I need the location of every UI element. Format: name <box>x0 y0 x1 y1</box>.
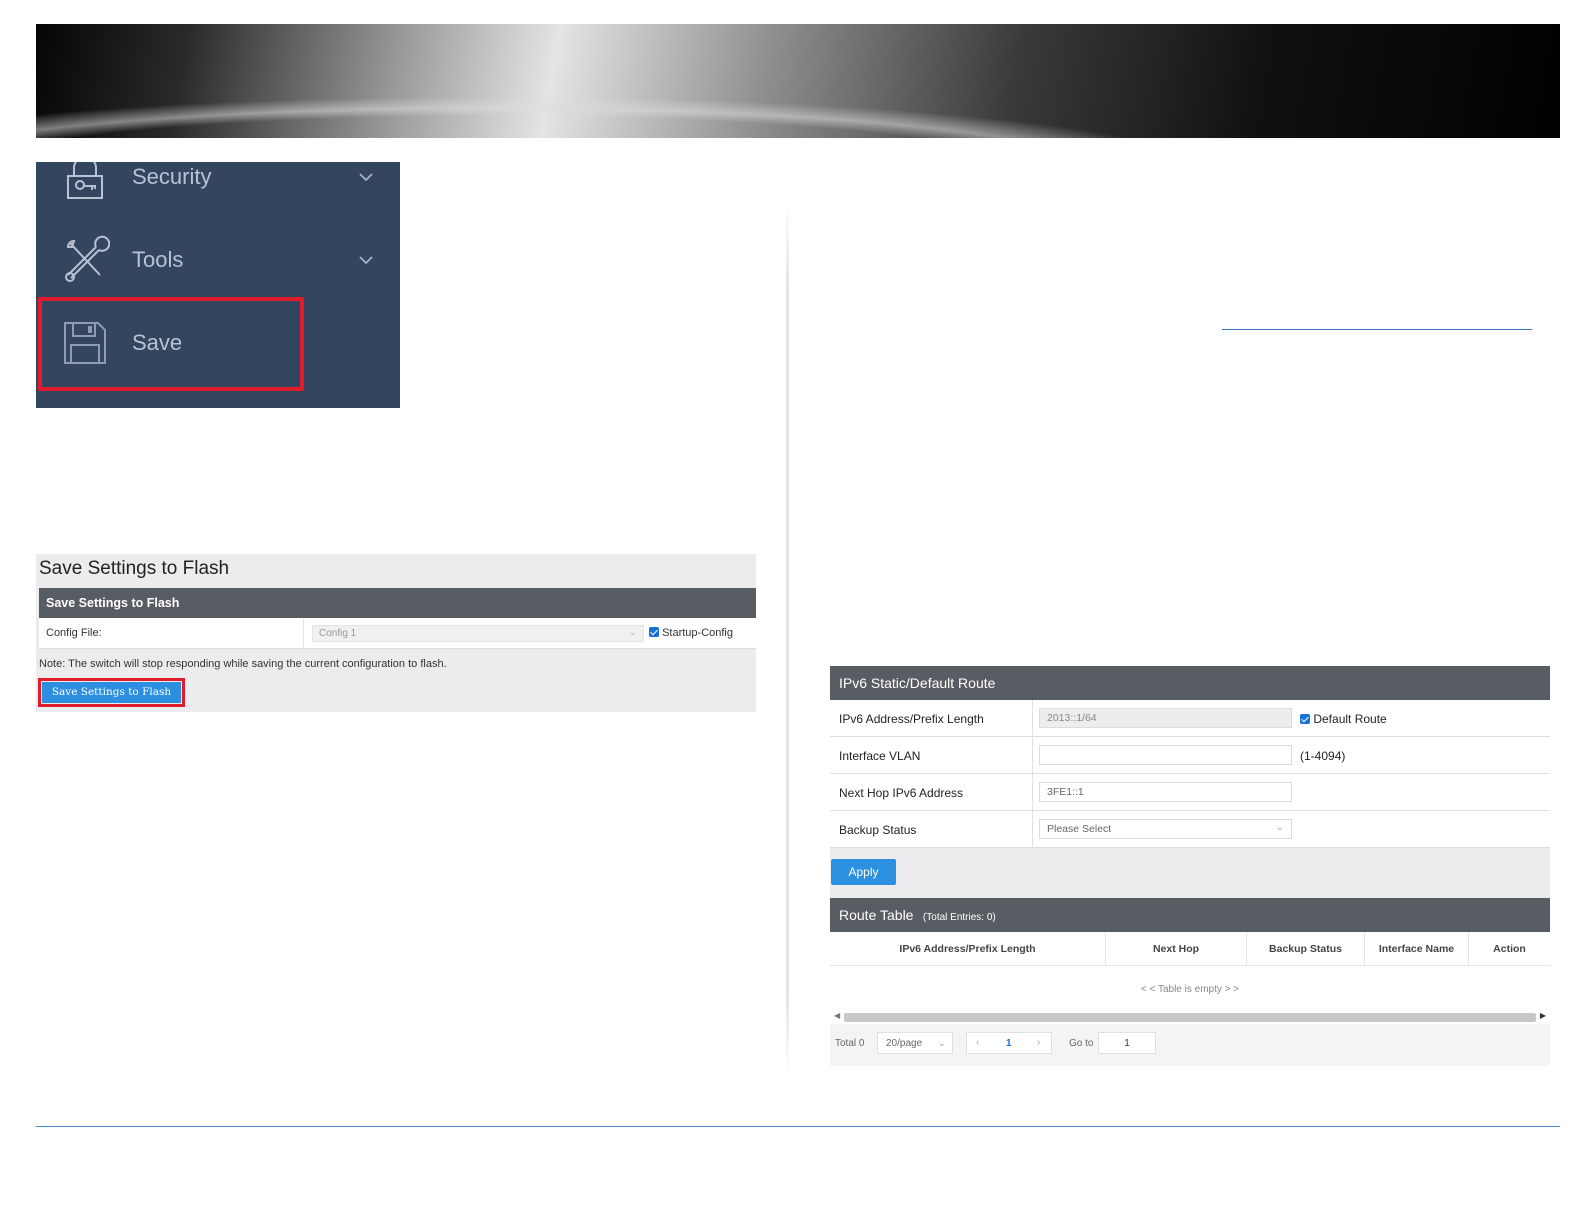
backup-status-label: Backup Status <box>839 823 917 837</box>
prefix-input[interactable]: 2013::1/64 <box>1039 708 1292 728</box>
default-route-checkbox[interactable] <box>1300 714 1310 724</box>
save-settings-button[interactable]: Save Settings to Flash <box>42 682 181 703</box>
table-empty-message: < < Table is empty > > <box>830 966 1550 1010</box>
tools-icon <box>65 235 110 282</box>
row-divider <box>1032 811 1033 848</box>
link-underline <box>1222 329 1532 330</box>
default-route-option[interactable]: Default Route <box>1300 712 1387 726</box>
backup-status-row: Backup Status Please Select ⌄ <box>830 811 1550 848</box>
scroll-left-arrow-icon[interactable]: ◀ <box>834 1011 840 1020</box>
startup-config-checkbox[interactable] <box>649 627 659 637</box>
manual-page: Security Tools Save Save Settings to Fla… <box>0 0 1584 1224</box>
goto-input[interactable]: 1 <box>1098 1032 1156 1054</box>
footer-divider <box>36 1126 1560 1127</box>
column-header[interactable]: Interface Name <box>1365 932 1469 966</box>
route-table-count: (Total Entries: 0) <box>922 912 996 923</box>
route-table-header: Route Table (Total Entries: 0) <box>830 898 1550 932</box>
config-file-value: Config 1 <box>319 628 357 639</box>
column-header[interactable]: IPv6 Address/Prefix Length <box>830 932 1106 966</box>
nexthop-row: Next Hop IPv6 Address 3FE1::1 <box>830 774 1550 811</box>
save-settings-panel: Save Settings to Flash Save Settings to … <box>36 554 756 712</box>
sidebar-item-label: Tools <box>132 247 184 272</box>
horizontal-scrollbar[interactable]: ◀ ▶ <box>830 1010 1550 1024</box>
column-divider <box>786 200 789 1080</box>
chevron-down-icon[interactable] <box>358 169 374 185</box>
page-nav: ‹ 1 › <box>966 1032 1052 1054</box>
save-button-highlight: Save Settings to Flash <box>38 678 185 707</box>
config-file-select[interactable]: Config 1 ⌄ <box>312 625 644 642</box>
backup-status-value: Please Select <box>1047 823 1112 835</box>
page-size-value: 20/page <box>886 1038 923 1049</box>
scroll-right-arrow-icon[interactable]: ▶ <box>1540 1011 1546 1020</box>
row-divider <box>303 618 304 649</box>
page-size-select[interactable]: 20/page ⌄ <box>877 1032 953 1054</box>
chevron-down-icon: ⌄ <box>628 627 637 638</box>
chevron-down-icon[interactable] <box>358 252 374 268</box>
row-divider <box>1032 774 1033 811</box>
scrollbar-thumb[interactable] <box>844 1013 1536 1022</box>
row-divider <box>1032 737 1033 774</box>
prefix-row: IPv6 Address/Prefix Length 2013::1/64 De… <box>830 700 1550 737</box>
sidebar-item-security[interactable]: Security <box>36 162 400 212</box>
sidebar-item-tools[interactable]: Tools <box>36 225 400 295</box>
header-banner <box>36 24 1560 138</box>
pagination: Total 0 20/page ⌄ ‹ 1 › Go to 1 <box>830 1024 1550 1066</box>
row-divider <box>1032 700 1033 737</box>
route-table-title: Route Table <box>839 907 914 923</box>
default-route-label: Default Route <box>1313 712 1387 726</box>
chevron-down-icon: ⌄ <box>1275 822 1284 833</box>
ipv6-route-panel: IPv6 Static/Default Route IPv6 Address/P… <box>830 666 1550 1066</box>
vlan-range-hint: (1-4094) <box>1300 749 1346 763</box>
startup-config-label: Startup-Config <box>662 627 733 639</box>
save-note: Note: The switch will stop responding wh… <box>39 658 447 670</box>
config-file-label: Config File: <box>46 627 102 639</box>
route-table-columns: IPv6 Address/Prefix Length Next Hop Back… <box>830 932 1550 966</box>
prefix-label: IPv6 Address/Prefix Length <box>839 712 984 726</box>
sidebar-item-label: Security <box>132 164 212 189</box>
panel-header: IPv6 Static/Default Route <box>830 666 1550 700</box>
config-file-row: Config File: Config 1 ⌄ Startup-Config <box>39 618 756 649</box>
column-header[interactable]: Backup Status <box>1247 932 1365 966</box>
startup-config-option[interactable]: Startup-Config <box>649 627 733 639</box>
column-header[interactable]: Action <box>1469 932 1550 966</box>
nexthop-label: Next Hop IPv6 Address <box>839 786 964 800</box>
nexthop-input[interactable]: 3FE1::1 <box>1039 782 1292 802</box>
panel-header: Save Settings to Flash <box>39 588 756 618</box>
save-highlight-box <box>38 297 304 391</box>
goto-label: Go to <box>1069 1038 1094 1049</box>
vlan-row: Interface VLAN (1-4094) <box>830 737 1550 774</box>
apply-button[interactable]: Apply <box>831 859 896 885</box>
vlan-input[interactable] <box>1039 745 1292 765</box>
chevron-right-icon[interactable]: › <box>1037 1037 1040 1048</box>
chevron-down-icon: ⌄ <box>937 1038 946 1049</box>
chevron-left-icon[interactable]: ‹ <box>976 1037 979 1048</box>
vlan-label: Interface VLAN <box>839 749 921 763</box>
current-page[interactable]: 1 <box>1006 1038 1012 1049</box>
backup-status-select[interactable]: Please Select ⌄ <box>1039 819 1292 839</box>
total-count: Total 0 <box>835 1038 865 1049</box>
page-title: Save Settings to Flash <box>39 558 230 579</box>
column-header[interactable]: Next Hop <box>1106 932 1247 966</box>
lock-icon <box>67 162 103 199</box>
